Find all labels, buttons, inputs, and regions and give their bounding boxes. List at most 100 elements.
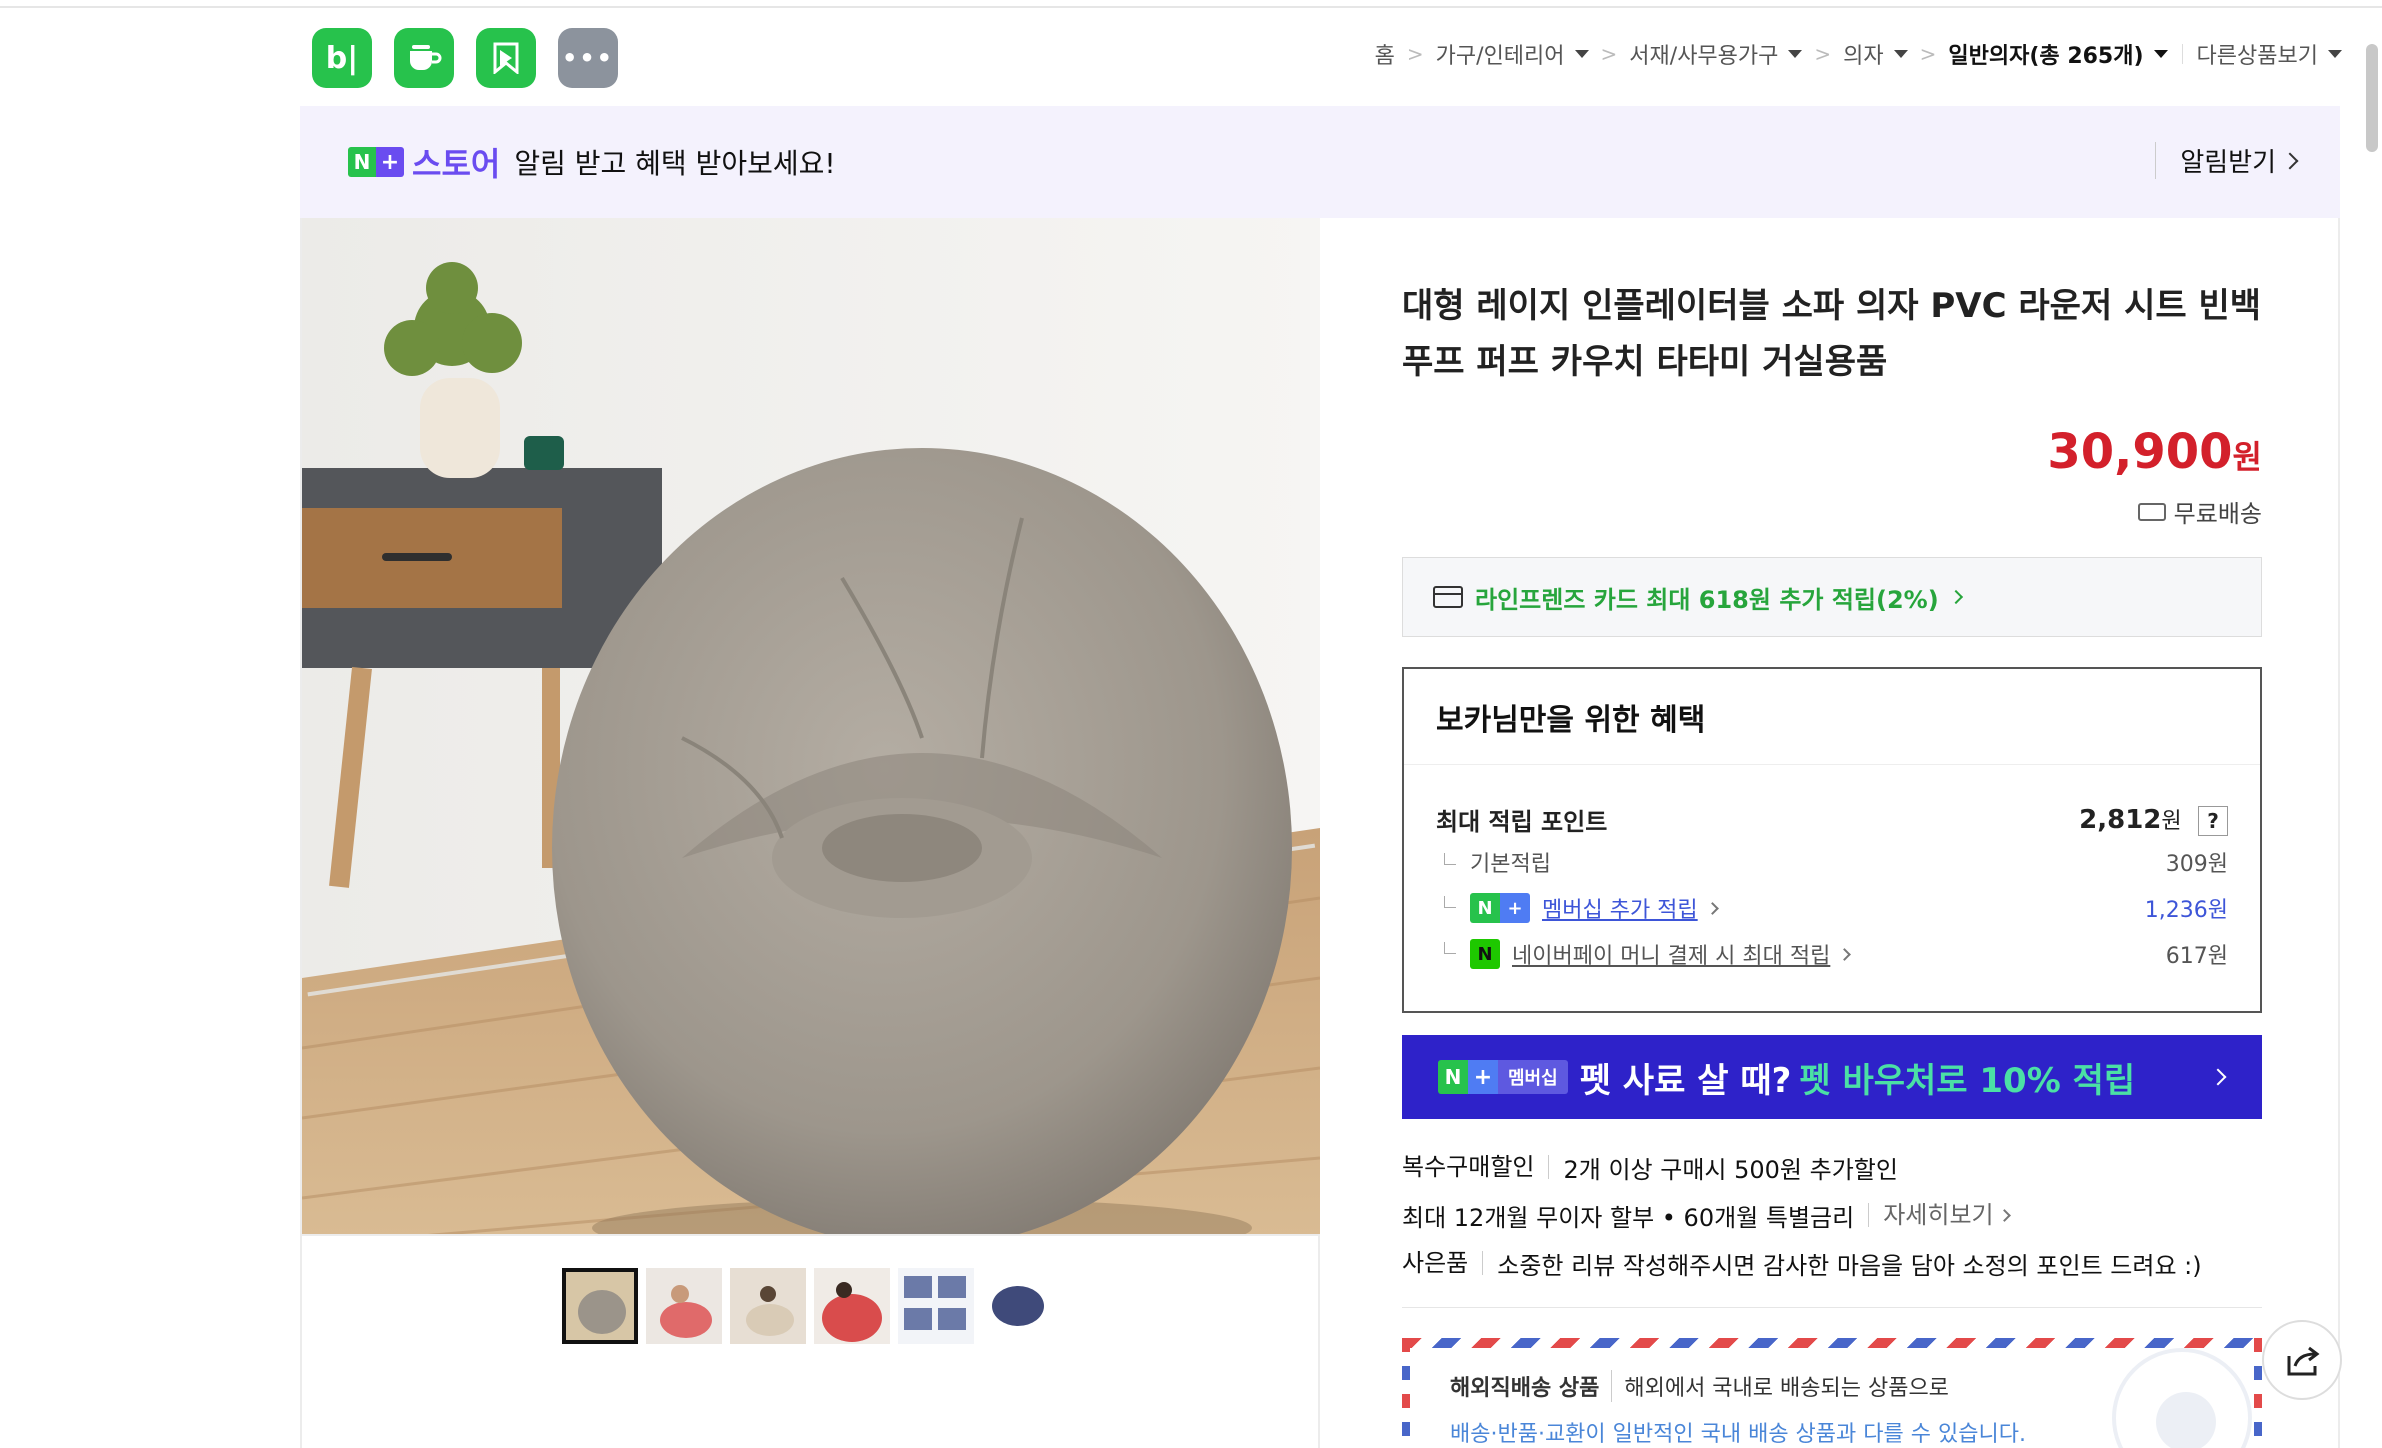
cafe-cup-icon xyxy=(410,45,442,70)
tree-corner-icon xyxy=(1444,942,1456,954)
purchase-extras: 복수구매할인 2개 이상 구매시 500원 추가할인 최대 12개월 무이자 할… xyxy=(1402,1143,2262,1287)
cafe-app-button[interactable] xyxy=(394,28,454,88)
share-icon xyxy=(2287,1346,2320,1376)
main-product-image[interactable] xyxy=(302,218,1320,1236)
overseas-label: 해외직배송 상품 xyxy=(1450,1370,1613,1402)
thumbnail-strip xyxy=(562,1268,1058,1344)
pet-voucher-banner[interactable]: N + 멤버십 펫 사료 살 때? 펫 바우처로 10% 적립 xyxy=(1402,1035,2262,1119)
gift-row: 사은품 소중한 리뷰 작성해주시면 감사한 마음을 담아 소정의 포인트 드려요… xyxy=(1402,1239,2262,1287)
product-card: 대형 레이지 인플레이터블 소파 의자 PVC 라운저 시트 빈백 푸프 퍼프 … xyxy=(300,218,2340,1448)
breadcrumb-office-furniture[interactable]: 서재/사무용가구 xyxy=(1629,38,1803,70)
dropdown-caret-icon xyxy=(1893,50,1908,58)
airmail-stripe xyxy=(2254,1338,2262,1448)
chevron-right-icon xyxy=(1705,901,1719,915)
shipping-info: 무료배송 xyxy=(1402,494,2262,529)
max-points-unit: 원 xyxy=(2161,808,2182,834)
price-unit: 원 xyxy=(2232,438,2262,476)
beanbag-photo xyxy=(302,218,1320,1234)
store-logo-text: 스토어 xyxy=(412,145,501,183)
max-points-row: 최대 적립 포인트 2,812원 ? xyxy=(1436,799,2228,839)
card-promo-banner[interactable]: 라인프렌즈 카드 최대 618원 추가 적립(2%) xyxy=(1402,557,2262,637)
membership-points-row: N + 멤버십 추가 적립 1,236원 xyxy=(1436,885,2228,931)
breadcrumb-divider xyxy=(2181,44,2183,64)
chevron-right-icon xyxy=(1948,589,1963,605)
store-banner-message: 알림 받고 혜택 받아보세요! xyxy=(514,147,836,180)
breadcrumb: 홈 > 가구/인테리어 > 서재/사무용가구 > 의자 > 일반의자(총 265… xyxy=(1375,38,2342,70)
base-points-label: 기본적립 xyxy=(1470,852,1551,877)
product-gallery xyxy=(302,218,1320,1448)
breadcrumb-separator: > xyxy=(1406,42,1424,66)
npay-points-value: 617원 xyxy=(2165,944,2228,969)
shipping-label: 무료배송 xyxy=(2173,500,2262,528)
divider xyxy=(1402,1307,2262,1308)
tree-corner-icon xyxy=(1444,853,1456,865)
share-button[interactable] xyxy=(2262,1320,2342,1400)
installment-row: 최대 12개월 무이자 할부 • 60개월 특별금리 자세히보기 xyxy=(1402,1191,2262,1239)
bookmark-icon xyxy=(493,42,519,74)
scrollbar-thumb[interactable] xyxy=(2366,44,2378,152)
pet-banner-accent: 펫 바우처로 10% 적립 xyxy=(1799,1060,2136,1101)
service-apps: b| ••• xyxy=(312,28,618,88)
multi-discount-label: 복수구매할인 xyxy=(1402,1155,1550,1179)
max-points-value: 2,812 xyxy=(2079,804,2162,835)
base-points-row: 기본적립 309원 xyxy=(1436,839,2228,885)
chevron-right-icon xyxy=(1997,1208,2011,1222)
tree-corner-icon xyxy=(1444,896,1456,908)
npay-points-link[interactable]: 네이버페이 머니 결제 시 최대 적립 xyxy=(1512,938,1830,970)
membership-tag: N + 멤버십 xyxy=(1438,1060,1568,1094)
multi-discount-text: 2개 이상 구매시 500원 추가할인 xyxy=(1563,1155,1898,1184)
card-promo-text: 라인프렌즈 카드 최대 618원 추가 적립(2%) xyxy=(1475,585,1939,614)
thumbnail-6[interactable] xyxy=(982,1268,1058,1344)
more-icon: ••• xyxy=(561,44,615,72)
overseas-line1: 해외에서 국내로 배송되는 상품으로 xyxy=(1624,1376,1949,1401)
overseas-shipping-notice: 해외직배송 상품 해외에서 국내로 배송되는 상품으로 배송·반품·교환이 일반… xyxy=(1402,1338,2262,1448)
blog-icon: b| xyxy=(325,40,359,76)
naver-plus-badge: N + xyxy=(348,147,404,177)
breadcrumb-general-chair[interactable]: 일반의자(총 265개) xyxy=(1948,38,2168,70)
thumbnail-5[interactable] xyxy=(898,1268,974,1344)
breadcrumb-chair[interactable]: 의자 xyxy=(1843,38,1908,70)
breadcrumb-separator: > xyxy=(1814,42,1832,66)
thumbnail-2[interactable] xyxy=(646,1268,722,1344)
chevron-right-icon xyxy=(1838,947,1852,961)
chevron-right-icon xyxy=(2281,152,2299,169)
breadcrumb-separator: > xyxy=(1919,42,1937,66)
thumbnail-1-selected[interactable] xyxy=(562,1268,638,1344)
benefits-box: 보카님만을 위한 혜택 최대 적립 포인트 2,812원 ? 기본적립 309원 xyxy=(1402,667,2262,1013)
base-points-value: 309원 xyxy=(2165,852,2228,877)
notify-button[interactable]: 알림받기 xyxy=(2155,142,2299,179)
airplane-stamp-icon xyxy=(2112,1348,2252,1448)
pet-banner-text: 펫 사료 살 때? xyxy=(1579,1060,1792,1101)
blog-app-button[interactable]: b| xyxy=(312,28,372,88)
breadcrumb-home[interactable]: 홈 xyxy=(1375,38,1395,70)
breadcrumb-separator: > xyxy=(1600,42,1618,66)
breadcrumb-furniture[interactable]: 가구/인테리어 xyxy=(1436,38,1589,70)
installment-text: 최대 12개월 무이자 할부 • 60개월 특별금리 xyxy=(1402,1203,1855,1232)
multi-discount-row: 복수구매할인 2개 이상 구매시 500원 추가할인 xyxy=(1402,1143,2262,1191)
product-info: 대형 레이지 인플레이터블 소파 의자 PVC 라운저 시트 빈백 푸프 퍼프 … xyxy=(1402,218,2262,1448)
price-value: 30,900 xyxy=(2047,424,2233,480)
airmail-stripe xyxy=(1402,1338,1410,1448)
naver-plus-membership-icon: N + xyxy=(1470,893,1530,923)
max-points-label: 최대 적립 포인트 xyxy=(1436,807,1608,836)
thumbnail-4[interactable] xyxy=(814,1268,890,1344)
truck-icon xyxy=(2137,502,2166,521)
installment-detail-link[interactable]: 자세히보기 xyxy=(1868,1203,2011,1227)
product-title: 대형 레이지 인플레이터블 소파 의자 PVC 라운저 시트 빈백 푸프 퍼프 … xyxy=(1402,286,2262,382)
top-border xyxy=(0,0,2382,8)
naver-pay-icon: N xyxy=(1470,939,1500,969)
chevron-right-icon xyxy=(2209,1068,2227,1086)
benefits-heading: 보카님만을 위한 혜택 xyxy=(1404,669,2260,765)
dropdown-caret-icon xyxy=(2328,50,2342,58)
help-button[interactable]: ? xyxy=(2198,805,2228,836)
credit-card-icon xyxy=(1433,586,1463,608)
airmail-stripe xyxy=(1402,1338,2262,1348)
store-notify-banner: N + 스토어 알림 받고 혜택 받아보세요! 알림받기 xyxy=(300,106,2340,218)
more-apps-button[interactable]: ••• xyxy=(558,28,618,88)
dropdown-caret-icon xyxy=(2153,50,2168,58)
thumbnail-3[interactable] xyxy=(730,1268,806,1344)
membership-points-link[interactable]: 멤버십 추가 적립 xyxy=(1542,892,1698,924)
gift-text: 소중한 리뷰 작성해주시면 감사한 마음을 담아 소정의 포인트 드려요 :) xyxy=(1497,1251,2202,1280)
other-products-dropdown[interactable]: 다른상품보기 xyxy=(2197,38,2342,70)
bookmark-app-button[interactable] xyxy=(476,28,536,88)
